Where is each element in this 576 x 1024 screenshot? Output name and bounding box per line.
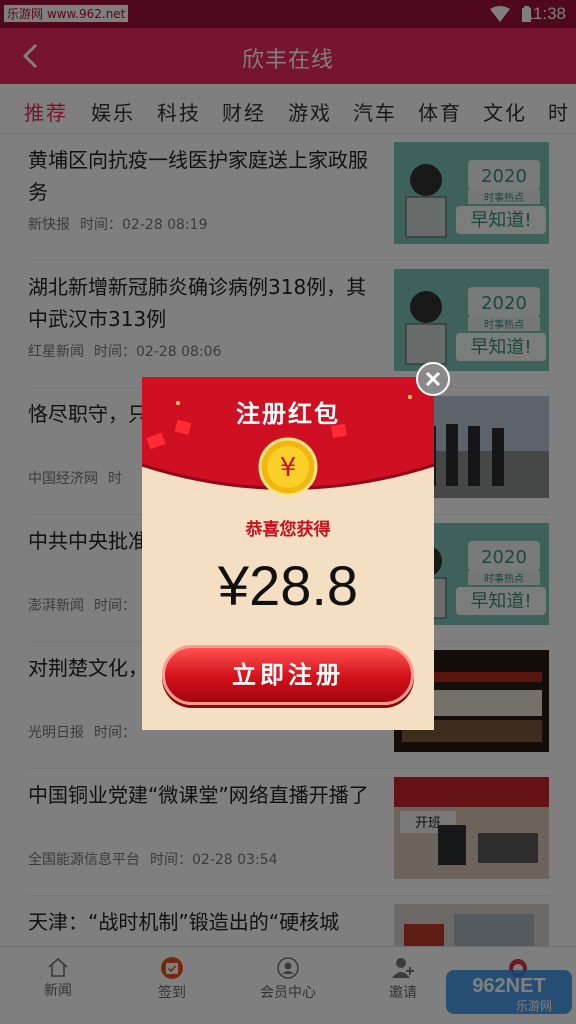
reward-amount: ¥28.8	[217, 554, 359, 617]
popup-close-button[interactable]	[416, 362, 450, 396]
popup-title: 注册红包	[236, 400, 340, 428]
congrats-text: 恭喜您获得	[245, 520, 331, 540]
close-icon	[425, 371, 441, 387]
register-red-packet-popup: 注册红包 ¥ 恭喜您获得 ¥28.8 立即注册	[142, 377, 434, 730]
register-now-button[interactable]: 立即注册	[162, 645, 414, 705]
coin-symbol: ¥	[280, 453, 297, 483]
gold-coin-icon: ¥	[258, 437, 318, 497]
